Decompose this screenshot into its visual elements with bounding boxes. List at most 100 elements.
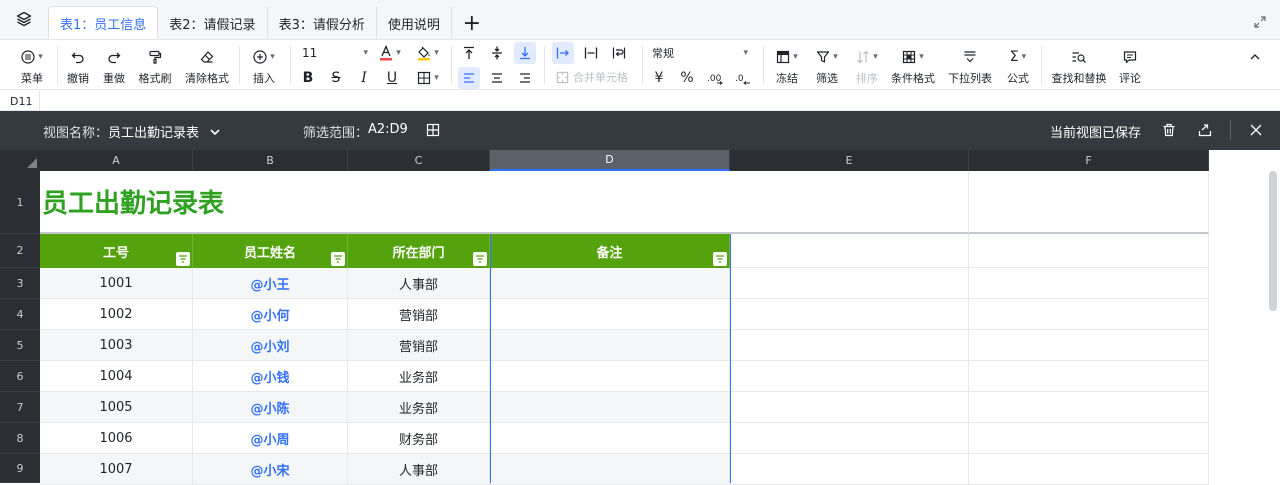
column-filter-button[interactable] <box>713 252 727 266</box>
expand-icon[interactable] <box>1254 13 1266 32</box>
column-filter-button[interactable] <box>331 252 345 266</box>
row-header[interactable]: 1 <box>0 171 40 234</box>
freeze-button[interactable]: ▾ 冻结 <box>770 46 804 86</box>
header-cell-name[interactable]: 员工姓名 <box>193 234 348 268</box>
sheet-list-button[interactable] <box>0 0 48 39</box>
insert-button[interactable]: ▾ 插入 <box>246 46 282 86</box>
row-header[interactable]: 3 <box>0 268 40 299</box>
percent-button[interactable]: % <box>676 67 698 89</box>
cell[interactable] <box>730 423 969 454</box>
cell[interactable] <box>969 171 1209 234</box>
cell-note[interactable] <box>490 361 730 392</box>
tab-leave-records[interactable]: 表2：请假记录 <box>158 7 268 39</box>
column-header-c[interactable]: C <box>348 150 490 171</box>
vertical-scrollbar[interactable] <box>1269 171 1277 311</box>
cell-note[interactable] <box>490 299 730 330</box>
cell-dept[interactable]: 业务部 <box>348 392 490 423</box>
bold-button[interactable]: B <box>297 67 319 89</box>
user-mention[interactable]: @小陈 <box>250 398 289 417</box>
currency-button[interactable]: ¥ <box>648 67 670 89</box>
row-header[interactable]: 4 <box>0 299 40 330</box>
align-right-button[interactable] <box>514 67 536 89</box>
text-overflow-button[interactable] <box>552 42 574 64</box>
tab-instructions[interactable]: 使用说明 <box>377 7 452 39</box>
column-header-b[interactable]: B <box>193 150 348 171</box>
cell[interactable] <box>730 392 969 423</box>
row-header[interactable]: 2 <box>0 234 40 268</box>
cell-id[interactable]: 1006 <box>40 423 193 454</box>
redo-button[interactable]: 重做 <box>100 46 128 86</box>
user-mention[interactable]: @小钱 <box>250 367 289 386</box>
name-box[interactable]: D11 <box>0 91 40 111</box>
underline-button[interactable]: U <box>381 67 403 89</box>
row-header[interactable]: 7 <box>0 392 40 423</box>
cell-dept[interactable]: 营销部 <box>348 330 490 361</box>
share-view-button[interactable] <box>1198 123 1212 141</box>
strikethrough-button[interactable]: S <box>325 67 347 89</box>
cell-note[interactable] <box>490 330 730 361</box>
column-header-d[interactable]: D <box>490 150 730 171</box>
cell-dept[interactable]: 财务部 <box>348 423 490 454</box>
cell[interactable] <box>969 392 1209 423</box>
user-mention[interactable]: @小何 <box>250 305 289 324</box>
cell-name[interactable]: @小周 <box>193 423 348 454</box>
cell-id[interactable]: 1002 <box>40 299 193 330</box>
cell-name[interactable]: @小宋 <box>193 454 348 485</box>
user-mention[interactable]: @小宋 <box>250 460 289 479</box>
cell-note[interactable] <box>490 454 730 485</box>
decrease-decimal-button[interactable]: .0 <box>732 67 754 89</box>
find-replace-button[interactable]: 查找和替换 <box>1050 46 1108 86</box>
cell-id[interactable]: 1003 <box>40 330 193 361</box>
column-header-a[interactable]: A <box>40 150 193 171</box>
select-range-button[interactable] <box>426 123 440 141</box>
column-filter-button[interactable] <box>473 252 487 266</box>
header-cell-note[interactable]: 备注 <box>490 234 730 268</box>
cell-name[interactable]: @小钱 <box>193 361 348 392</box>
user-mention[interactable]: @小王 <box>250 274 289 293</box>
cell[interactable] <box>730 268 969 299</box>
border-button[interactable]: ▾ <box>413 67 443 89</box>
conditional-format-button[interactable]: ▾ 条件格式 <box>889 46 937 86</box>
merge-cells-button[interactable]: 合并单元格 <box>556 66 628 88</box>
filter-button[interactable]: ▾ 筛选 <box>810 46 844 86</box>
cell-dept[interactable]: 人事部 <box>348 454 490 485</box>
clear-format-button[interactable]: 清除格式 <box>182 46 232 86</box>
cell-id[interactable]: 1004 <box>40 361 193 392</box>
sheet-title-cell[interactable]: 员工出勤记录表 <box>40 171 969 234</box>
user-mention[interactable]: @小刘 <box>250 336 289 355</box>
format-painter-button[interactable]: 格式刷 <box>136 46 174 86</box>
cell[interactable] <box>969 234 1209 268</box>
cell-name[interactable]: @小陈 <box>193 392 348 423</box>
cell[interactable] <box>730 234 969 268</box>
align-top-button[interactable] <box>458 42 480 64</box>
cell[interactable] <box>730 361 969 392</box>
add-sheet-button[interactable]: + <box>452 7 492 39</box>
cell[interactable] <box>969 423 1209 454</box>
cell-id[interactable]: 1007 <box>40 454 193 485</box>
row-header[interactable]: 5 <box>0 330 40 361</box>
column-filter-button[interactable] <box>176 252 190 266</box>
formula-button[interactable]: Σ ▾ 公式 <box>1002 46 1034 86</box>
text-clip-button[interactable] <box>580 42 602 64</box>
align-bottom-button[interactable] <box>514 42 536 64</box>
tab-employee-info[interactable]: 表1：员工信息 <box>48 6 159 39</box>
number-format-select[interactable]: 常规 ▾ <box>652 44 748 62</box>
cell-note[interactable] <box>490 423 730 454</box>
cell-name[interactable]: @小何 <box>193 299 348 330</box>
select-all-corner[interactable] <box>0 150 40 171</box>
dropdown-list-button[interactable]: 下拉列表 <box>946 46 994 86</box>
cell[interactable] <box>969 268 1209 299</box>
header-cell-id[interactable]: 工号 <box>40 234 193 268</box>
user-mention[interactable]: @小周 <box>250 429 289 448</box>
font-size-select[interactable]: 11 ▾ <box>302 44 368 62</box>
column-header-e[interactable]: E <box>730 150 969 171</box>
comment-button[interactable]: 评论 <box>1114 46 1146 86</box>
row-header[interactable]: 9 <box>0 454 40 483</box>
text-wrap-button[interactable] <box>608 42 630 64</box>
cell[interactable] <box>969 299 1209 330</box>
cell-note[interactable] <box>490 392 730 423</box>
row-header[interactable]: 6 <box>0 361 40 392</box>
delete-view-button[interactable] <box>1162 123 1176 141</box>
cell[interactable] <box>969 361 1209 392</box>
column-header-f[interactable]: F <box>969 150 1209 171</box>
